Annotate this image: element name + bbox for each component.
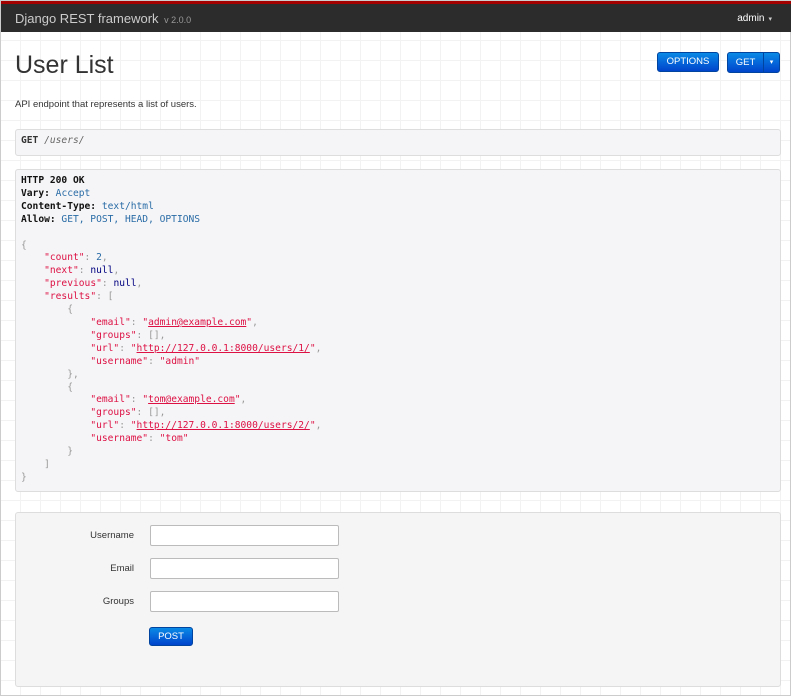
json-token: "url"	[90, 420, 120, 432]
json-token: : [	[96, 291, 114, 303]
header-key: Content-Type:	[21, 200, 97, 212]
json-token: ,	[113, 265, 120, 277]
json-token: }	[21, 446, 73, 458]
request-method: GET	[21, 135, 39, 146]
json-token: "groups"	[90, 329, 137, 341]
header-value: Accept	[49, 187, 91, 199]
json-token: "next"	[44, 265, 79, 277]
request-path: /users/	[44, 135, 85, 146]
json-link[interactable]: tom@example.com	[148, 394, 235, 405]
response-status: HTTP 200 OK	[21, 175, 85, 186]
json-token: ,	[315, 342, 322, 354]
json-token: ,	[252, 316, 258, 328]
post-button[interactable]: POST	[149, 627, 193, 646]
email-input[interactable]	[150, 558, 339, 579]
json-token: "email"	[90, 316, 131, 328]
email-label: Email	[110, 563, 134, 574]
json-token: :	[130, 394, 143, 406]
json-link[interactable]: http://127.0.0.1:8000/users/2/	[137, 420, 310, 431]
page-description: API endpoint that represents a list of u…	[15, 99, 197, 110]
json-token: :	[119, 342, 131, 354]
username-label: Username	[90, 530, 134, 541]
json-token: :	[84, 252, 97, 264]
header-value: text/html	[96, 200, 154, 212]
brand-link[interactable]: Django REST framework v 2.0.0	[15, 11, 191, 26]
header-key: Allow:	[21, 213, 56, 225]
json-token: null	[113, 278, 137, 290]
user-menu[interactable]: admin ▾	[737, 13, 772, 24]
json-token: },	[21, 368, 79, 380]
json-token: "results"	[44, 291, 97, 303]
json-token: "email"	[90, 394, 131, 406]
json-token: {	[21, 304, 73, 316]
get-button[interactable]: GET	[727, 52, 764, 73]
page-title: User List	[15, 51, 114, 79]
username-input[interactable]	[150, 525, 339, 546]
json-link[interactable]: admin@example.com	[148, 317, 246, 328]
json-token: "username"	[90, 433, 149, 445]
json-token: null	[90, 265, 114, 277]
options-button[interactable]: OPTIONS	[657, 52, 719, 72]
get-format-dropdown[interactable]: ▾	[763, 52, 780, 73]
json-token: "count"	[44, 252, 85, 264]
header-key: Vary:	[21, 187, 50, 199]
json-token: }	[21, 471, 27, 483]
json-token: :	[148, 433, 160, 445]
json-token: :	[78, 265, 91, 277]
json-token: :	[101, 278, 114, 290]
json-token: {	[21, 239, 27, 251]
response-info: HTTP 200 OK Vary: Accept Content-Type: t…	[15, 169, 781, 492]
json-token: ]	[21, 458, 50, 470]
json-token: ,	[240, 394, 247, 406]
json-token: :	[119, 420, 131, 432]
json-token: : [],	[136, 329, 166, 341]
user-name: admin	[737, 13, 765, 24]
json-token: "previous"	[44, 278, 102, 290]
json-token: ,	[101, 252, 108, 264]
json-token: "username"	[90, 355, 149, 367]
json-token: ,	[136, 278, 143, 290]
json-token: :	[148, 355, 160, 367]
groups-label: Groups	[102, 596, 134, 607]
json-token: "groups"	[90, 407, 137, 419]
post-form: Username Email Groups POST	[15, 512, 781, 687]
header-value: GET, POST, HEAD, OPTIONS	[55, 213, 201, 225]
json-token: "tom"	[159, 433, 189, 445]
caret-down-icon: ▾	[769, 59, 774, 66]
groups-input[interactable]	[150, 591, 339, 612]
json-link[interactable]: http://127.0.0.1:8000/users/1/	[137, 343, 310, 354]
caret-down-icon: ▾	[768, 16, 772, 23]
json-token: "url"	[90, 342, 120, 354]
json-token: "admin"	[159, 355, 201, 367]
json-token: ,	[315, 420, 322, 432]
navbar: Django REST framework v 2.0.0 admin ▾	[1, 1, 791, 32]
json-token: {	[21, 381, 73, 393]
brand-name: Django REST framework	[15, 11, 159, 26]
request-info: GET /users/	[15, 129, 781, 156]
version-label: v 2.0.0	[164, 15, 192, 25]
json-token: : [],	[136, 407, 166, 419]
json-token: :	[130, 316, 143, 328]
